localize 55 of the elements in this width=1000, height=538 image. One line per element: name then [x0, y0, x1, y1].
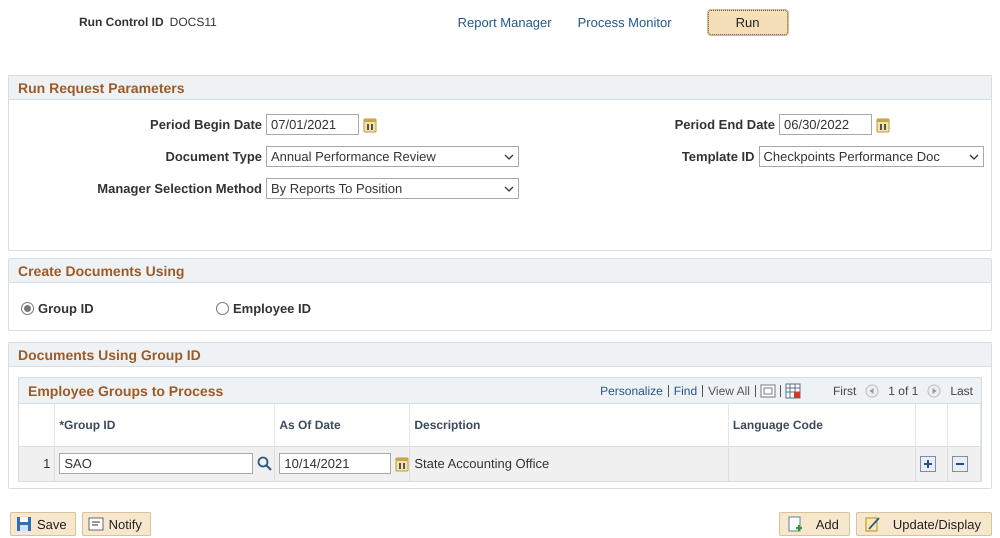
section-title: Run Request Parameters [9, 76, 991, 100]
toolbar-link[interactable]: Personalize [595, 384, 669, 396]
radio-label: Employee ID [233, 301, 312, 316]
section-title: Create Documents Using [9, 259, 991, 283]
run-button[interactable]: Run [708, 10, 788, 34]
document-plus-icon [788, 516, 804, 532]
spreadsheet-icon[interactable] [784, 382, 801, 398]
field-label: Period Begin Date [149, 117, 262, 132]
field-label: Manager Selection Method [96, 181, 262, 196]
field-label: Run Control ID [79, 15, 164, 29]
dropdown[interactable]: Annual Performance Review [266, 146, 519, 167]
dropdown[interactable]: By Reports To Position [266, 178, 519, 199]
search-icon[interactable] [257, 456, 272, 472]
plus-icon [923, 458, 934, 469]
radio-button[interactable] [216, 302, 229, 315]
dropdown[interactable]: Checkpoints Performance Doc [758, 146, 984, 167]
chevron-down-icon [504, 186, 514, 192]
add-row-button[interactable] [920, 456, 936, 472]
table-cell: State Accounting Office [414, 456, 550, 472]
column-header: Language Code [732, 418, 823, 432]
date-field[interactable]: 10/14/2021 [279, 453, 392, 474]
add-button[interactable]: Add [778, 512, 850, 536]
note-icon [88, 516, 104, 532]
pager-first[interactable]: First [832, 384, 856, 398]
chevron-down-icon [969, 154, 979, 160]
notify-button[interactable]: Notify [82, 512, 151, 536]
field-value: DOCS11 [170, 15, 218, 29]
calendar-icon[interactable] [395, 456, 410, 472]
delete-row-button[interactable] [952, 456, 968, 472]
radio-button[interactable] [21, 302, 34, 315]
column-header: As Of Date [279, 418, 341, 432]
column-header: *Group ID [59, 418, 116, 432]
column-header: Description [414, 418, 480, 432]
pager-last[interactable]: Last [950, 384, 973, 398]
grid-title: Employee Groups to Process [28, 382, 224, 398]
date-field[interactable]: 07/01/2021 [266, 114, 359, 135]
update-button[interactable]: Update/Display [856, 512, 992, 536]
field-label: Period End Date [674, 117, 775, 132]
toolbar-link[interactable]: Find [668, 384, 704, 396]
input-field[interactable]: SAO [59, 453, 254, 474]
section-title: Documents Using Group ID [9, 343, 991, 367]
link[interactable]: Process Monitor [578, 14, 672, 30]
field-label: Template ID [680, 149, 755, 164]
row-number: 1 [43, 456, 50, 472]
date-field[interactable]: 06/30/2022 [779, 114, 872, 135]
calendar-icon[interactable] [876, 116, 890, 132]
pager-count: 1 of 1 [888, 384, 918, 398]
field-label: Document Type [164, 149, 262, 164]
save-button[interactable]: Save [10, 512, 76, 536]
radio-label: Group ID [38, 301, 94, 316]
chevron-down-icon [504, 154, 514, 160]
pencil-icon [864, 516, 881, 532]
popup-window-icon[interactable] [760, 384, 776, 398]
calendar-icon[interactable] [363, 116, 377, 132]
link[interactable]: Report Manager [458, 14, 552, 30]
